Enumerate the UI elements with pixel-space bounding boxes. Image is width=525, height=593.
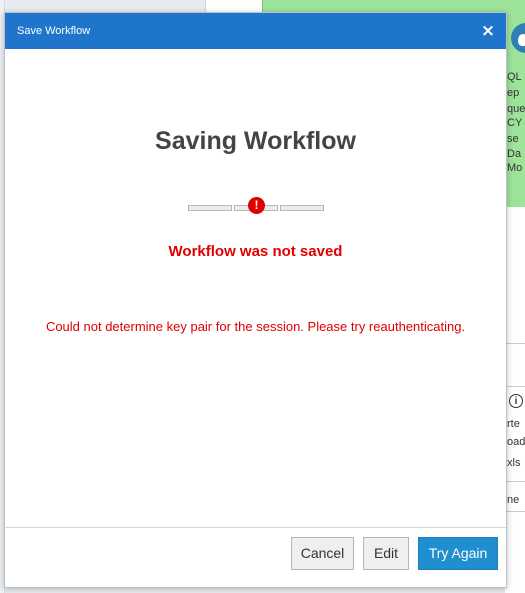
background-top-panel (205, 0, 263, 12)
background-text-line: rte (507, 418, 520, 430)
dialog-header: Save Workflow × (5, 13, 506, 49)
background-text-line: QL (507, 71, 522, 83)
error-message: Could not determine key pair for the ses… (45, 319, 466, 334)
dialog-heading: Saving Workflow (155, 127, 356, 155)
close-icon[interactable]: × (476, 19, 500, 43)
background-divider (505, 481, 525, 482)
background-text-line: CY (507, 117, 523, 129)
save-workflow-dialog: Save Workflow × Saving Workflow ! Workfl… (4, 12, 507, 588)
error-icon: ! (248, 197, 265, 214)
dialog-title: Save Workflow (17, 25, 91, 37)
background-divider (505, 386, 525, 387)
background-text-line: ep (507, 87, 520, 99)
background-text-line: oad (507, 436, 525, 448)
background-text-line: xls (507, 457, 521, 469)
cancel-button[interactable]: Cancel (291, 537, 354, 570)
avatar-figure (518, 34, 525, 46)
background-green-panel (262, 0, 525, 12)
try-again-button[interactable]: Try Again (418, 537, 498, 570)
background-divider (505, 511, 525, 512)
background-divider (505, 343, 525, 344)
background-text-line: se (507, 133, 519, 145)
background-text-line: ne (507, 494, 520, 506)
info-icon[interactable]: i (509, 394, 523, 408)
edit-button[interactable]: Edit (363, 537, 409, 570)
progress-segment (188, 205, 232, 211)
dialog-footer-divider (5, 527, 506, 528)
status-text: Workflow was not saved (168, 243, 343, 260)
progress-segment (280, 205, 324, 211)
background-text-line: Mo (507, 162, 523, 174)
